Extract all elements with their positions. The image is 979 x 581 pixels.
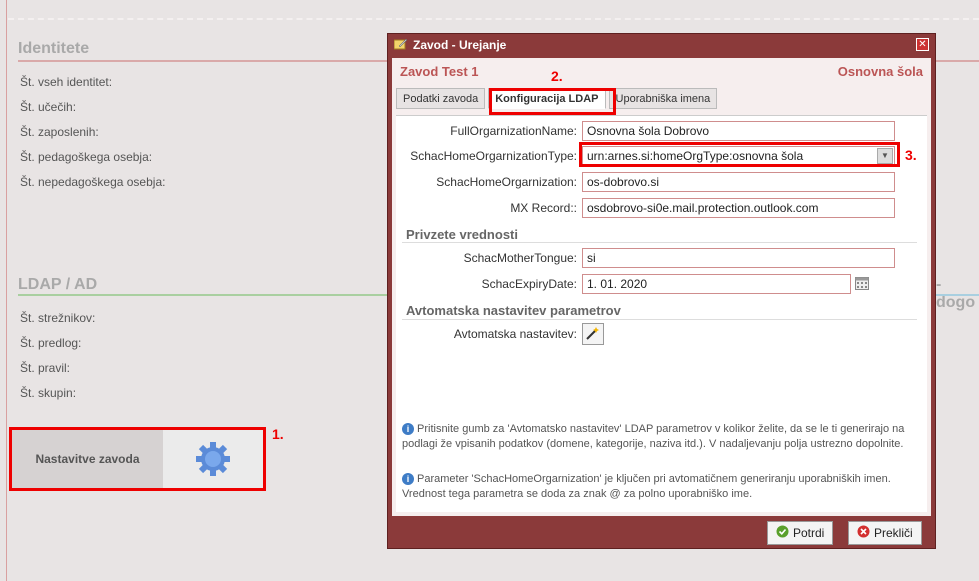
info-icon: i: [402, 423, 414, 435]
highlight-box-2: [489, 88, 616, 115]
stat-row: Št. pedagoškega osebja:: [20, 150, 153, 164]
page-left-border: [6, 0, 7, 581]
field-row-mother-tongue: SchacMotherTongue: si: [396, 248, 895, 268]
marker-2: 2.: [551, 68, 563, 84]
institution-type: Osnovna šola: [837, 63, 923, 79]
field-row-full-org-name: FullOrgarnizationName: Osnovna šola Dobr…: [396, 121, 895, 141]
stat-row: Št. predlog:: [20, 336, 82, 350]
stat-row: Št. strežnikov:: [20, 311, 96, 325]
section-divider: [402, 242, 917, 243]
section-divider: [402, 319, 917, 320]
field-row-mx-record: MX Record:: osdobrovo-si0e.mail.protecti…: [396, 198, 895, 218]
auto-config-button[interactable]: [582, 323, 604, 345]
field-row-home-org: SchacHomeOrgarnization: os-dobrovo.si: [396, 172, 895, 192]
tab-institution-data[interactable]: Podatki zavoda: [396, 88, 486, 109]
stat-row: Št. pravil:: [20, 361, 71, 375]
highlight-box-3: [579, 142, 900, 167]
confirm-label: Potrdi: [793, 526, 825, 540]
field-row-expiry-date: SchacExpiryDate: 1. 01. 2020: [396, 274, 869, 294]
marker-3: 3.: [905, 147, 917, 163]
field-label: SchacHomeOrgarnization:: [436, 175, 577, 189]
confirm-button[interactable]: Potrdi: [767, 521, 834, 545]
marker-1: 1.: [272, 426, 284, 442]
field-label: SchacHomeOrgarnizationType:: [410, 149, 577, 163]
ldap-config-panel: FullOrgarnizationName: Osnovna šola Dobr…: [396, 115, 927, 512]
ldap-heading: LDAP / AD: [18, 276, 98, 293]
info-text-1: Pritisnite gumb za 'Avtomatsko nastavite…: [402, 423, 905, 450]
magic-wand-icon: [585, 325, 601, 344]
dialog-footer: Potrdi Prekliči: [388, 518, 935, 548]
stat-row: Št. vseh identitet:: [20, 75, 113, 89]
highlight-box-1: [9, 427, 266, 491]
calendar-icon[interactable]: [855, 276, 869, 293]
edit-institution-dialog: Zavod - Urejanje ✕ Zavod Test 1 Osnovna …: [387, 33, 936, 549]
expiry-date-input[interactable]: 1. 01. 2020: [582, 274, 851, 294]
tab-usernames[interactable]: Uporabniška imena: [608, 88, 718, 109]
info-icon: i: [402, 473, 414, 485]
institution-name: Zavod Test 1: [400, 63, 479, 79]
cancel-icon: [857, 525, 870, 541]
full-org-name-input[interactable]: Osnovna šola Dobrovo: [582, 121, 895, 141]
stat-row: Št. zaposlenih:: [20, 125, 99, 139]
identitete-rule: [18, 60, 388, 62]
identitete-heading: Identitete: [18, 40, 90, 57]
stat-row: Št. nepedagoškega osebja:: [20, 175, 166, 189]
field-label: SchacExpiryDate:: [481, 277, 577, 291]
stat-row: Št. učečih:: [20, 100, 77, 114]
field-label: SchacMotherTongue:: [463, 251, 577, 265]
field-label: FullOrgarnizationName:: [450, 124, 577, 138]
info-text-2: Parameter 'SchacHomeOrgarnization' je kl…: [402, 473, 891, 500]
mother-tongue-input[interactable]: si: [582, 248, 895, 268]
auto-section-title: Avtomatska nastavitev parametrov: [406, 303, 621, 318]
edit-icon: [393, 38, 408, 53]
field-label: MX Record::: [510, 201, 577, 215]
dialog-title: Zavod - Urejanje: [413, 38, 507, 52]
dialog-header: Zavod Test 1 Osnovna šola: [392, 58, 931, 84]
page-top-divider: [8, 18, 979, 20]
defaults-section-title: Privzete vrednosti: [406, 227, 518, 242]
check-icon: [776, 525, 789, 541]
info-note-2: i Parameter 'SchacHomeOrgarnization' je k…: [402, 472, 917, 502]
field-label: Avtomatska nastavitev:: [453, 327, 577, 341]
dialog-titlebar[interactable]: Zavod - Urejanje: [388, 34, 935, 56]
right-rule-top: [936, 60, 979, 62]
home-org-input[interactable]: os-dobrovo.si: [582, 172, 895, 192]
close-icon[interactable]: ✕: [916, 38, 929, 51]
cancel-label: Prekliči: [874, 526, 913, 540]
mx-record-input[interactable]: osdobrovo-si0e.mail.protection.outlook.c…: [582, 198, 895, 218]
ldap-rule: [18, 294, 388, 296]
cancel-button[interactable]: Prekliči: [848, 521, 922, 545]
field-row-auto: Avtomatska nastavitev:: [396, 323, 604, 345]
dialog-body: Zavod Test 1 Osnovna šola Podatki zavoda…: [392, 58, 931, 516]
right-rule-bottom: [936, 294, 979, 296]
stat-row: Št. skupin:: [20, 386, 77, 400]
info-note-1: i Pritisnite gumb za 'Avtomatsko nastavit…: [402, 422, 917, 452]
